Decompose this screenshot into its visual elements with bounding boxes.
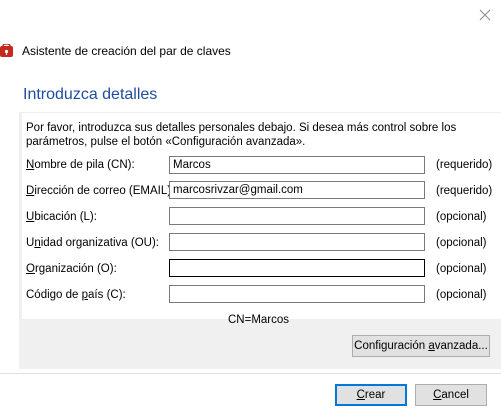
cn-preview: CN=Marcos — [228, 314, 290, 326]
common-name-input[interactable] — [169, 156, 425, 174]
country-code-status: (opcional) — [436, 289, 487, 301]
location-label: Ubicación (L): — [26, 211, 97, 223]
advanced-configuration-button[interactable]: Configuración avanzada... — [352, 335, 490, 357]
footer-divider — [0, 373, 501, 374]
org-unit-status: (opcional) — [436, 237, 487, 249]
email-input[interactable] — [169, 181, 425, 199]
close-button[interactable] — [470, 0, 500, 30]
advanced-configuration-label: Configuración avanzada... — [354, 340, 488, 352]
organization-status: (opcional) — [436, 263, 487, 275]
close-icon — [479, 9, 491, 21]
create-button[interactable]: Crear — [335, 384, 407, 406]
org-unit-input[interactable] — [169, 233, 425, 251]
email-status: (requerido) — [436, 185, 493, 197]
description-text: Por favor, introduzca sus detalles perso… — [26, 122, 457, 148]
organization-label: Organización (O): — [26, 263, 117, 275]
common-name-status: (requerido) — [436, 159, 493, 171]
key-pair-app-icon — [0, 43, 14, 58]
email-label: Dirección de correo (EMAIL): — [26, 185, 175, 197]
location-status: (opcional) — [436, 211, 487, 223]
page-heading: Introduzca detalles — [23, 86, 158, 103]
common-name-label: Nombre de pila (CN): — [26, 159, 135, 171]
cancel-button-label: Cancel — [433, 389, 469, 401]
organization-input[interactable] — [169, 259, 425, 277]
window-title: Asistente de creación del par de claves — [22, 44, 231, 58]
cancel-button[interactable]: Cancel — [415, 384, 487, 406]
create-button-label: Crear — [356, 389, 386, 401]
location-input[interactable] — [169, 207, 425, 225]
org-unit-label: Unidad organizativa (OU): — [26, 237, 159, 249]
country-code-input[interactable] — [169, 285, 425, 303]
country-code-label: Código de país (C): — [26, 289, 126, 301]
